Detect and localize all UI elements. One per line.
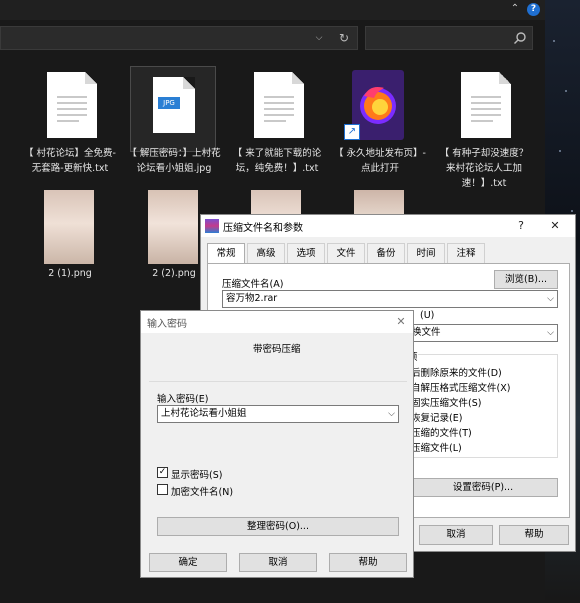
password-dialog-header: 带密码压缩	[141, 333, 413, 371]
tab-options[interactable]: 选项	[287, 243, 325, 263]
file-name: 【 村花论坛】全免费-无套路-更新快.txt	[24, 148, 116, 174]
file-tile[interactable]: JPG 【 解压密码：】上村花论坛看小姐姐.jpg	[126, 62, 222, 192]
chevron-down-icon: ⌵	[388, 409, 395, 419]
archive-name-label: 压缩文件名(A)	[222, 279, 284, 290]
file-name: 【 永久地址发布页】-点此打开	[334, 148, 426, 174]
option-recovery[interactable]: 恢复记录(E)	[411, 410, 462, 424]
update-mode-value: 换文件	[412, 327, 441, 338]
close-icon[interactable]: ✕	[393, 314, 409, 330]
firefox-icon: ↗	[336, 66, 420, 150]
file-tile[interactable]: 【 村花论坛】全免费-无套路-更新快.txt	[22, 62, 118, 192]
search-input[interactable]	[365, 26, 533, 50]
text-file-icon	[440, 66, 524, 150]
password-dialog-title: 输入密码	[147, 319, 187, 330]
tab-time[interactable]: 时间	[407, 243, 445, 263]
option-delete-after[interactable]: 后删除原来的文件(D)	[411, 365, 502, 379]
show-password-label[interactable]: 显示密码(S)	[171, 467, 222, 481]
image-thumbnail	[148, 190, 198, 264]
password-input-label: 输入密码(E)	[157, 394, 209, 405]
tab-comment[interactable]: 注释	[447, 243, 485, 263]
close-icon[interactable]: ✕	[547, 218, 563, 234]
image-file-icon: JPG	[130, 66, 216, 152]
file-tile[interactable]: ↗ 【 永久地址发布页】-点此打开	[332, 62, 428, 192]
update-mode-select[interactable]: 换文件 ⌵	[408, 324, 558, 342]
encrypt-filenames-checkbox[interactable]	[157, 484, 168, 495]
password-dialog-titlebar: 输入密码 ✕	[141, 311, 413, 333]
winrar-icon	[205, 219, 219, 233]
archive-dialog-titlebar: 压缩文件名和参数 ? ✕	[201, 215, 575, 237]
address-bar[interactable]: ⌵ ↻	[0, 26, 358, 50]
organize-passwords-button[interactable]: 整理密码(O)...	[157, 517, 399, 536]
help-icon[interactable]: ?	[513, 218, 529, 234]
text-file-icon	[26, 66, 110, 150]
option-sfx[interactable]: 自解压格式压缩文件(X)	[411, 380, 510, 394]
image-thumbnail	[44, 190, 94, 264]
file-name: 2 (1).png	[48, 268, 92, 279]
text-file-icon	[233, 66, 317, 150]
search-icon	[514, 32, 526, 44]
update-mode-label: (U)	[420, 310, 435, 321]
tab-general[interactable]: 常规	[207, 243, 245, 264]
archive-name-input[interactable]: 容万物2.rar ⌵	[222, 290, 558, 308]
archive-name-value: 容万物2.rar	[226, 293, 278, 304]
show-password-checkbox[interactable]: ✓	[157, 467, 168, 478]
archive-options-group: 项 后删除原来的文件(D) 自解压格式压缩文件(X) 固实压缩文件(S) 恢复记…	[408, 349, 558, 458]
file-name: 【 有种子却没速度？来村花论坛人工加速！】.txt	[439, 148, 529, 189]
browse-button[interactable]: 浏览(B)...	[494, 270, 558, 289]
option-lock[interactable]: 压缩文件(L)	[411, 440, 462, 454]
password-value: 上村花论坛看小姐姐	[161, 408, 247, 419]
password-dialog: 输入密码 ✕ 带密码压缩 输入密码(E) 上村花论坛看小姐姐 ⌵ ✓ 显示密码(…	[140, 310, 414, 578]
help-icon[interactable]: ?	[527, 3, 540, 16]
refresh-icon[interactable]: ↻	[337, 30, 351, 46]
archive-help-button[interactable]: 帮助	[499, 525, 569, 545]
option-test[interactable]: 压缩的文件(T)	[411, 425, 472, 439]
jpg-badge: JPG	[158, 97, 180, 109]
cancel-button[interactable]: 取消	[239, 553, 317, 572]
tab-advanced[interactable]: 高级	[247, 243, 285, 263]
tab-files[interactable]: 文件	[327, 243, 365, 263]
encrypt-filenames-label[interactable]: 加密文件名(N)	[171, 484, 233, 498]
file-name: 【 来了就能下载的论坛，纯免费！】.txt	[232, 148, 322, 174]
file-tile[interactable]: 2 (1).png	[22, 186, 118, 286]
explorer-top-strip: ⌃ ?	[0, 0, 545, 20]
file-name: 【 解压密码：】上村花论坛看小姐姐.jpg	[127, 148, 221, 174]
chevron-down-icon: ⌵	[547, 328, 554, 338]
option-solid[interactable]: 固实压缩文件(S)	[411, 395, 481, 409]
chevron-down-icon: ⌵	[547, 294, 554, 304]
ok-button[interactable]: 确定	[149, 553, 227, 572]
tab-backup[interactable]: 备份	[367, 243, 405, 263]
shortcut-arrow-icon: ↗	[344, 124, 360, 140]
chevron-down-icon[interactable]: ⌵	[313, 31, 325, 45]
set-password-button[interactable]: 设置密码(P)...	[408, 478, 558, 497]
archive-dialog-title: 压缩文件名和参数	[223, 223, 303, 234]
archive-cancel-button[interactable]: 取消	[419, 525, 493, 545]
help-button[interactable]: 帮助	[329, 553, 407, 572]
password-heading: 带密码压缩	[253, 344, 301, 355]
password-dialog-footer: 确定 取消 帮助	[141, 547, 413, 577]
file-tile[interactable]: 【 有种子却没速度？来村花论坛人工加速！】.txt	[436, 62, 532, 192]
chevron-up-icon[interactable]: ⌃	[509, 3, 521, 15]
password-input[interactable]: 上村花论坛看小姐姐 ⌵	[157, 405, 399, 423]
file-tile[interactable]: 【 来了就能下载的论坛，纯免费！】.txt	[229, 62, 325, 192]
